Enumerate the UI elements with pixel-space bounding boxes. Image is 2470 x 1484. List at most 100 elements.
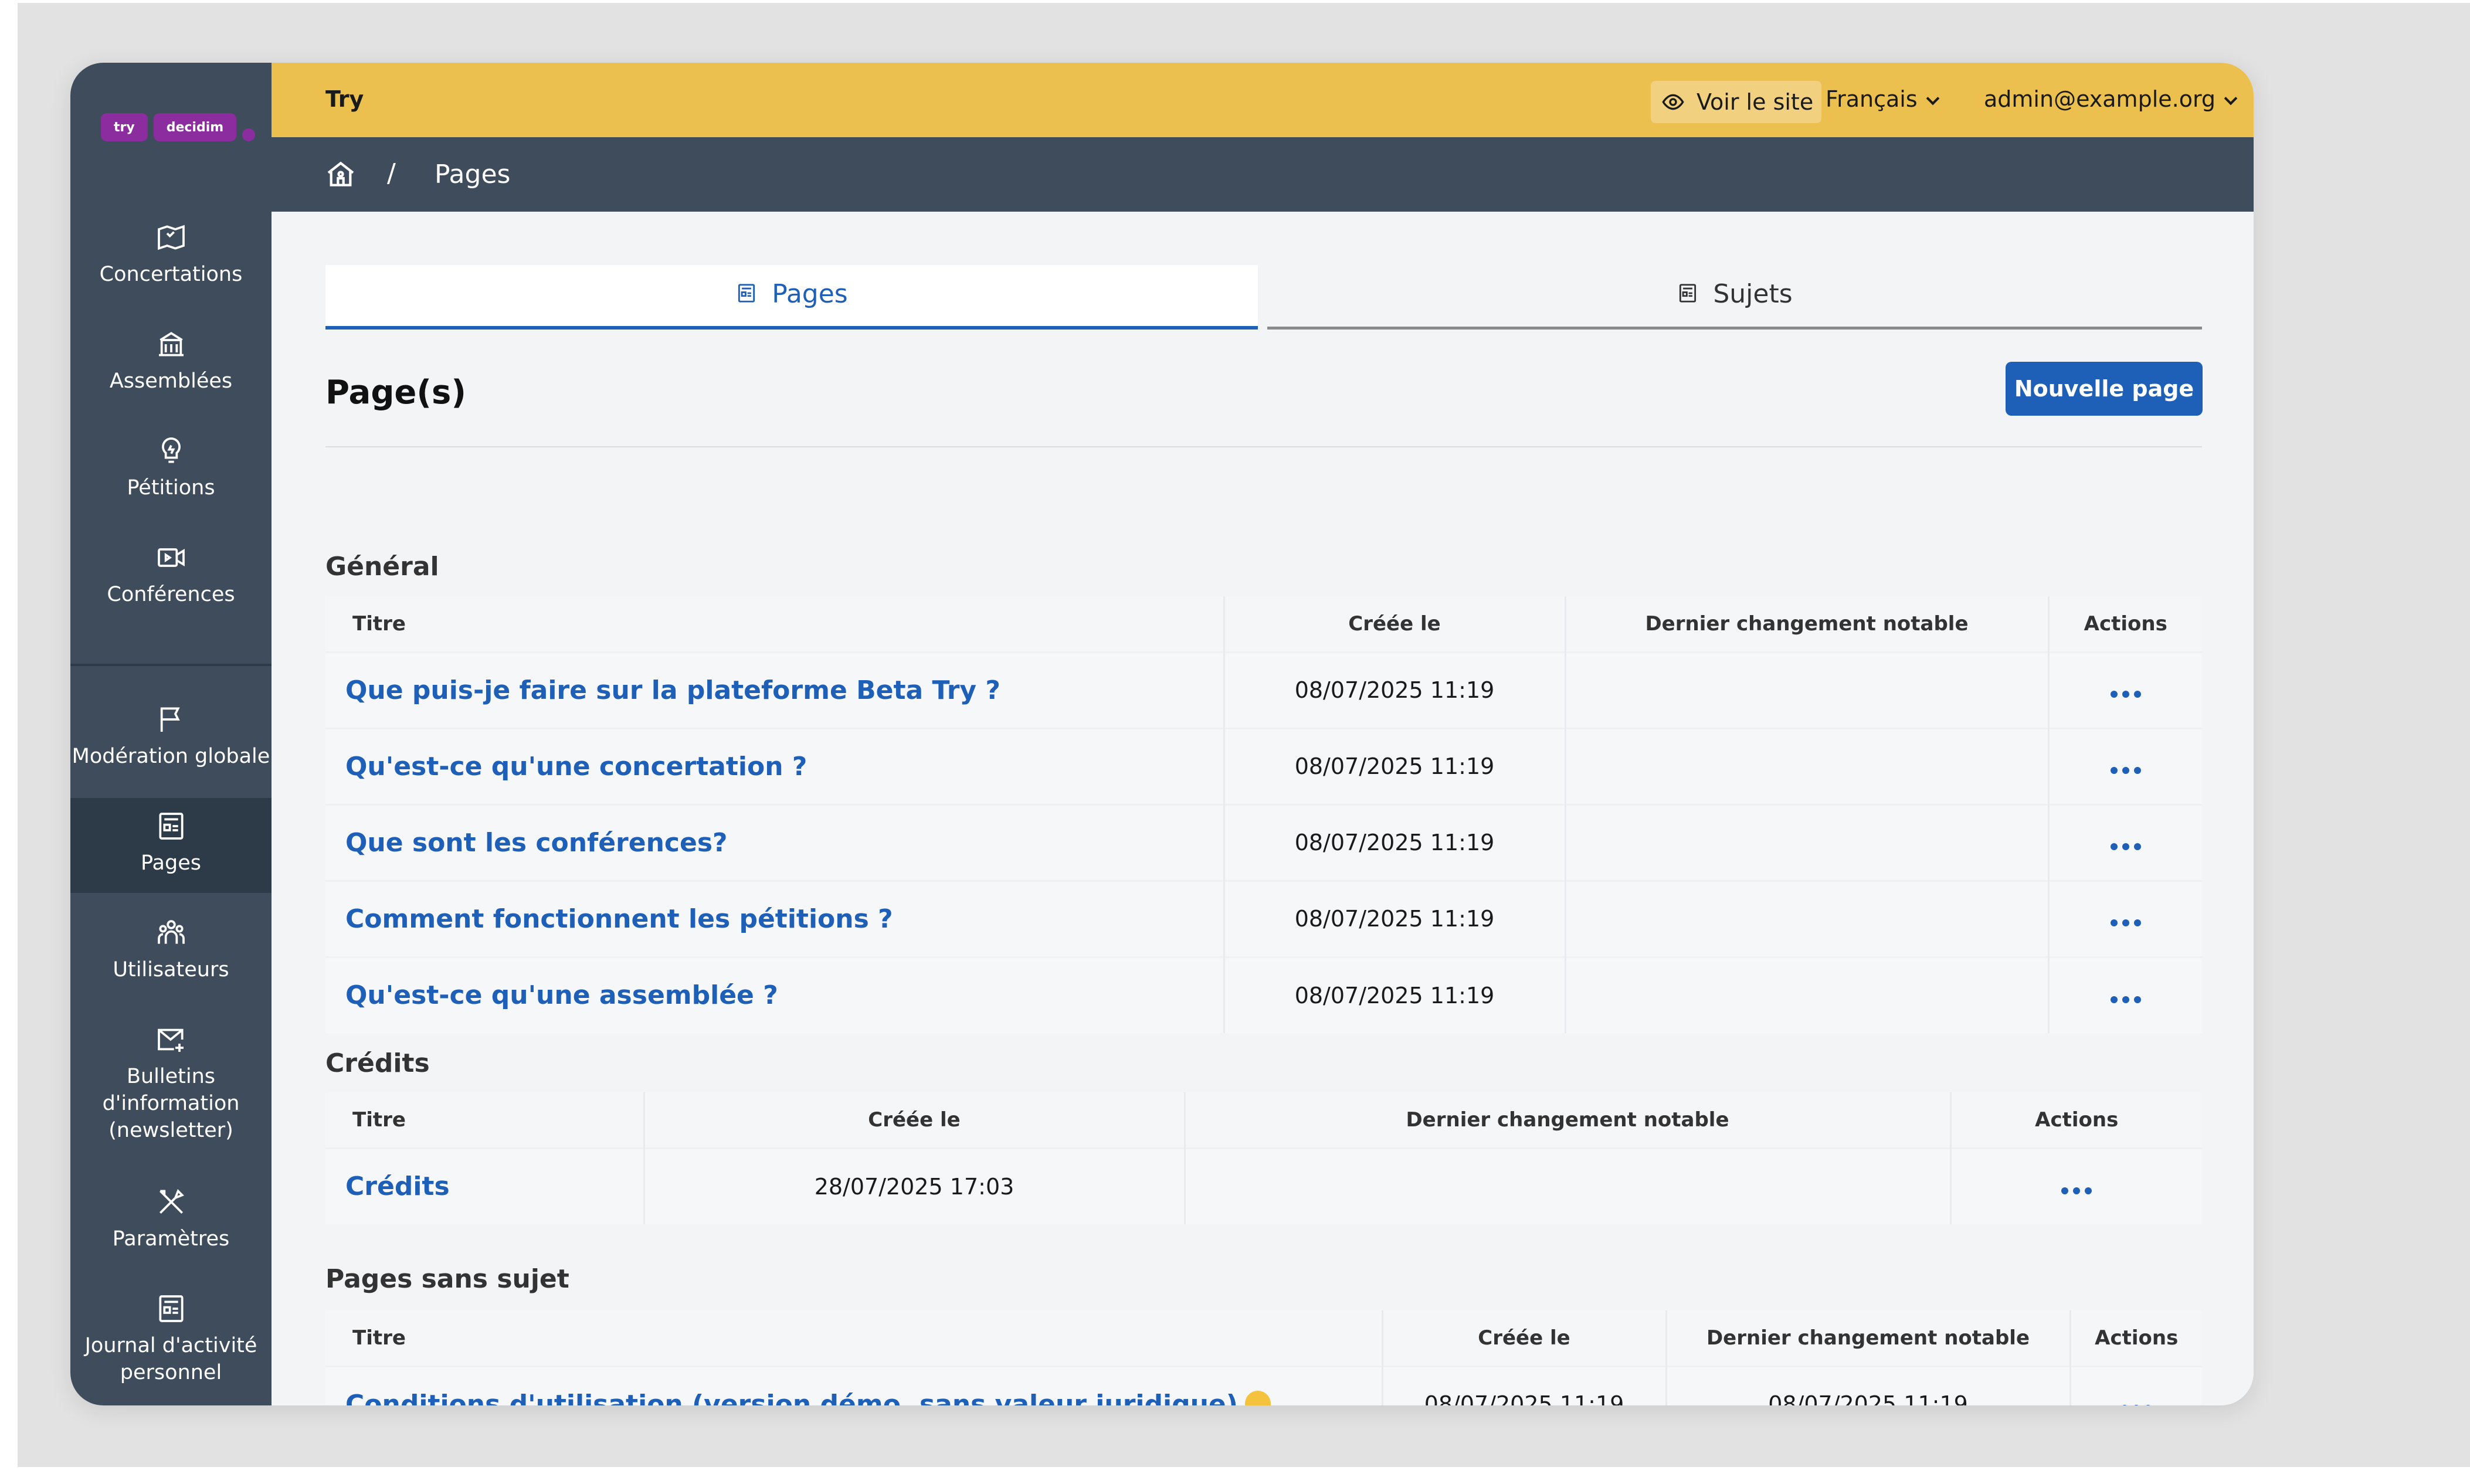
mail-add-icon bbox=[157, 1028, 184, 1052]
tab-label: Sujets bbox=[1713, 279, 1793, 309]
table-row: Que puis-je faire sur la plateforme Beta… bbox=[325, 651, 2202, 728]
column-header-actions: Actions bbox=[2069, 1310, 2202, 1366]
column-header-title[interactable]: Titre bbox=[325, 596, 1224, 652]
changed-date: 08/07/2025 11:19 bbox=[1665, 1365, 2070, 1405]
map-icon bbox=[157, 225, 185, 250]
column-header-created[interactable]: Créée le bbox=[1223, 596, 1565, 652]
created-date: 08/07/2025 11:19 bbox=[1223, 803, 1565, 881]
created-date: 08/07/2025 11:19 bbox=[1223, 727, 1565, 804]
column-header-title[interactable]: Titre bbox=[325, 1092, 644, 1148]
language-label: Français bbox=[1826, 86, 1918, 112]
page-title-link[interactable]: Comment fonctionnent les pétitions ? bbox=[325, 879, 1224, 957]
more-actions-icon[interactable] bbox=[2110, 996, 2141, 1003]
breadcrumb-current: Pages bbox=[435, 159, 511, 189]
tools-icon bbox=[159, 1189, 184, 1214]
eye-icon bbox=[1662, 94, 1684, 110]
sidebar-item-pages[interactable]: Pages bbox=[70, 798, 272, 893]
logo-dot bbox=[242, 128, 256, 141]
sidebar-item-label: Modération globale bbox=[72, 745, 270, 768]
organization-name: Try bbox=[325, 86, 364, 112]
tab-label: Pages bbox=[772, 279, 848, 309]
more-actions-icon[interactable] bbox=[2110, 843, 2141, 850]
breadcrumb: / Pages bbox=[272, 137, 2254, 212]
new-page-button[interactable]: Nouvelle page bbox=[2006, 362, 2203, 416]
sidebar-item-users[interactable]: Utilisateurs bbox=[70, 916, 272, 983]
users-icon bbox=[157, 920, 185, 944]
video-icon bbox=[157, 548, 185, 567]
header-divider bbox=[325, 446, 2202, 447]
language-selector[interactable]: Français bbox=[1826, 86, 1939, 112]
more-actions-icon[interactable] bbox=[2110, 767, 2141, 774]
page-title-link[interactable]: Que puis-je faire sur la plateforme Beta… bbox=[325, 651, 1224, 728]
page-title-link[interactable]: Que sont les conférences? bbox=[325, 803, 1224, 881]
sidebar-item-assemblees[interactable]: Assemblées bbox=[70, 328, 272, 395]
top-bar: Try Voir le site Français admin@example.… bbox=[272, 63, 2254, 137]
screen-bottom-border bbox=[0, 1467, 2470, 1484]
sidebar-item-label: Journal d'activité personnel bbox=[84, 1334, 257, 1384]
logo[interactable]: try decidim bbox=[101, 113, 256, 141]
changed-date bbox=[1564, 879, 2048, 957]
page-title-cell[interactable]: Conditions d'utilisation (version démo, … bbox=[325, 1365, 1382, 1406]
column-header-created[interactable]: Créée le bbox=[1381, 1310, 1666, 1366]
column-header-actions: Actions bbox=[1949, 1092, 2202, 1148]
table-header-row: Titre Créée le Dernier changement notabl… bbox=[325, 1092, 2202, 1148]
page-title-link[interactable]: Crédits bbox=[325, 1147, 644, 1224]
actions-cell bbox=[2069, 1365, 2202, 1405]
page-icon bbox=[1680, 284, 1697, 303]
user-menu[interactable]: admin@example.org bbox=[1984, 86, 2238, 112]
sidebar-divider bbox=[70, 664, 272, 666]
changed-date bbox=[1564, 803, 2048, 881]
page-icon bbox=[158, 813, 184, 840]
logo-decidim: decidim bbox=[153, 113, 237, 141]
more-actions-icon[interactable] bbox=[2110, 691, 2141, 698]
more-actions-icon[interactable] bbox=[2061, 1187, 2092, 1194]
sidebar-item-label: Pages bbox=[141, 851, 201, 875]
sidebar-item-conferences[interactable]: Conférences bbox=[70, 541, 272, 608]
admin-window: try decidim Concertations Assemblées Pét… bbox=[70, 63, 2254, 1405]
changed-date bbox=[1564, 651, 2048, 728]
column-header-title[interactable]: Titre bbox=[325, 1310, 1382, 1366]
created-date: 08/07/2025 11:19 bbox=[1381, 1365, 1666, 1405]
sidebar-item-label: Bulletins d'information (newsletter) bbox=[102, 1065, 240, 1142]
more-actions-icon[interactable] bbox=[2110, 919, 2141, 926]
page-title-link[interactable]: Qu'est-ce qu'une assemblée ? bbox=[325, 956, 1224, 1033]
tab-pages[interactable]: Pages bbox=[325, 265, 1258, 330]
building-icon bbox=[158, 332, 184, 356]
chevron-down-icon bbox=[2224, 91, 2238, 106]
home-icon[interactable] bbox=[324, 158, 357, 191]
sidebar-item-concertations[interactable]: Concertations bbox=[70, 221, 272, 288]
column-header-changed[interactable]: Dernier changement notable bbox=[1665, 1310, 2070, 1366]
created-date: 08/07/2025 11:19 bbox=[1223, 651, 1565, 728]
pages-table-no-subject: Titre Créée le Dernier changement notabl… bbox=[325, 1310, 2202, 1405]
tab-subjects[interactable]: Sujets bbox=[1267, 265, 2202, 330]
sidebar: try decidim Concertations Assemblées Pét… bbox=[70, 63, 272, 1405]
table-row: Crédits 28/07/2025 17:03 bbox=[325, 1147, 2202, 1224]
section-title-no-subject: Pages sans sujet bbox=[325, 1264, 569, 1294]
table-row: Conditions d'utilisation (version démo, … bbox=[325, 1365, 2202, 1406]
pages-table-general: Titre Créée le Dernier changement notabl… bbox=[325, 596, 2202, 1033]
changed-date bbox=[1564, 727, 2048, 804]
page-title-link[interactable]: Conditions d'utilisation (version démo, … bbox=[345, 1390, 1238, 1406]
view-site-label: Voir le site bbox=[1697, 89, 1814, 115]
pages-table-credits: Titre Créée le Dernier changement notabl… bbox=[325, 1092, 2202, 1224]
column-header-created[interactable]: Créée le bbox=[643, 1092, 1185, 1148]
actions-cell bbox=[2047, 727, 2202, 804]
sidebar-item-settings[interactable]: Paramètres bbox=[70, 1186, 272, 1252]
sidebar-item-label: Utilisateurs bbox=[113, 958, 229, 982]
view-site-button[interactable]: Voir le site bbox=[1651, 81, 1822, 123]
table-row: Qu'est-ce qu'une assemblée ? 08/07/2025 … bbox=[325, 956, 2202, 1033]
table-row: Comment fonctionnent les pétitions ? 08/… bbox=[325, 879, 2202, 957]
column-header-changed[interactable]: Dernier changement notable bbox=[1183, 1092, 1950, 1148]
table-row: Que sont les conférences? 08/07/2025 11:… bbox=[325, 803, 2202, 881]
bulb-icon bbox=[161, 437, 181, 463]
section-title-credits: Crédits bbox=[325, 1048, 430, 1078]
breadcrumb-separator: / bbox=[387, 158, 396, 188]
page-title-link[interactable]: Qu'est-ce qu'une concertation ? bbox=[325, 727, 1224, 804]
sidebar-item-petitions[interactable]: Pétitions bbox=[70, 434, 272, 501]
sidebar-item-moderation[interactable]: Modération globale bbox=[70, 703, 272, 770]
sidebar-item-label: Assemblées bbox=[109, 369, 233, 393]
sidebar-item-activity-log[interactable]: Journal d'activité personnel bbox=[70, 1292, 272, 1386]
column-header-changed[interactable]: Dernier changement notable bbox=[1564, 596, 2048, 652]
smile-emoji-icon bbox=[1244, 1390, 1271, 1405]
sidebar-item-newsletter[interactable]: Bulletins d'information (newsletter) bbox=[70, 1023, 272, 1144]
